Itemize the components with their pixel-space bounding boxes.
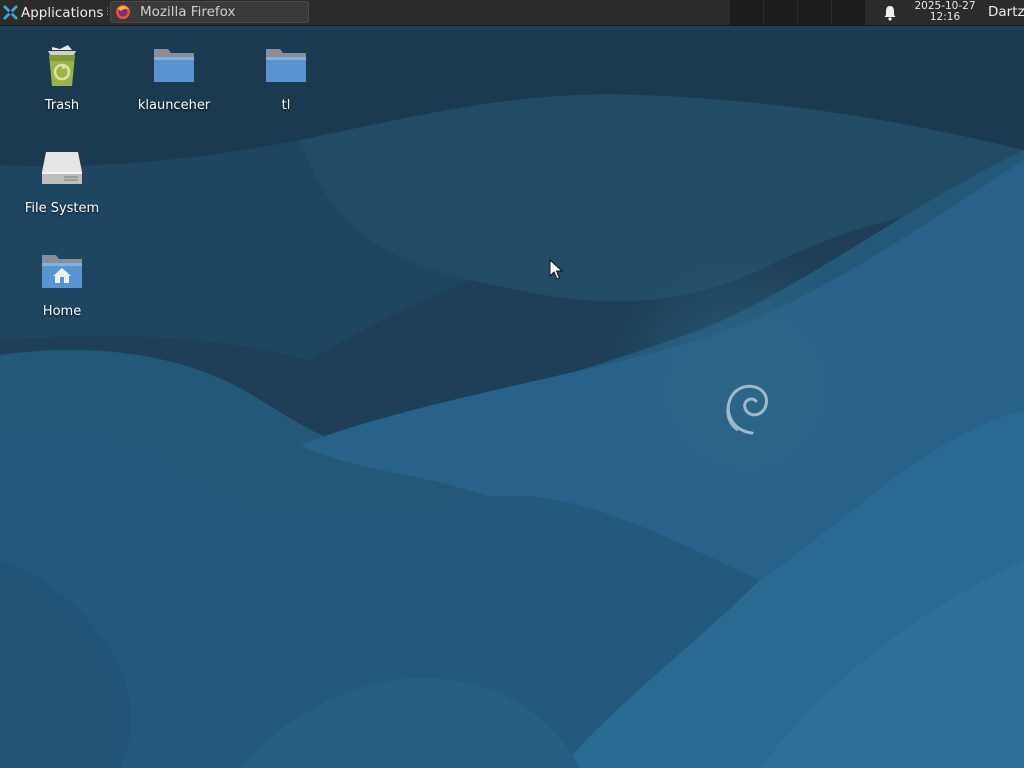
workspace-3[interactable] — [798, 0, 832, 25]
panel-separator: ⋮ — [103, 7, 112, 17]
trash-icon — [48, 45, 76, 86]
user-menu[interactable]: Dartz — [988, 0, 1024, 25]
desktop-icon-label: tl — [281, 98, 291, 113]
desktop-icon-tl[interactable]: tl — [236, 41, 336, 113]
desktop-icon-file-system[interactable]: File System — [12, 144, 112, 216]
desktop-icon-label: klaunceher — [137, 98, 211, 113]
taskbar-item-label: Mozilla Firefox — [140, 4, 236, 20]
applications-label: Applications — [21, 4, 104, 21]
debian-wallpaper — [0, 0, 1024, 768]
xfce-menu-icon — [3, 5, 18, 20]
top-panel: Applications ⋮ Mozilla Firefox 2025-10-2… — [0, 0, 1024, 26]
desktop-icon-home[interactable]: Home — [12, 247, 112, 319]
desktop-icon-label: Trash — [44, 98, 80, 113]
firefox-icon — [116, 5, 130, 19]
clock-time: 12:16 — [929, 11, 961, 23]
applications-menu-button[interactable]: Applications — [0, 0, 106, 25]
notification-bell-icon[interactable] — [881, 4, 899, 22]
drive-icon — [42, 152, 82, 184]
home-folder-icon — [42, 255, 82, 288]
desktop-icon-trash[interactable]: Trash — [12, 41, 112, 113]
workspace-4[interactable] — [832, 0, 866, 25]
taskbar-item-firefox[interactable]: Mozilla Firefox — [110, 1, 309, 23]
workspace-2[interactable] — [764, 0, 798, 25]
folder-icon — [154, 49, 194, 82]
desktop-icon-klaunceher[interactable]: klaunceher — [124, 41, 224, 113]
mouse-cursor-icon — [549, 259, 563, 280]
workspace-switcher[interactable] — [730, 0, 868, 25]
desktop-icon-label: File System — [24, 201, 100, 216]
panel-clock[interactable]: 2025-10-27 12:16 — [906, 1, 984, 25]
folder-icon — [266, 49, 306, 82]
workspace-1[interactable] — [730, 0, 764, 25]
desktop-icon-label: Home — [42, 304, 82, 319]
desktop[interactable]: Applications ⋮ Mozilla Firefox 2025-10-2… — [0, 0, 1024, 768]
